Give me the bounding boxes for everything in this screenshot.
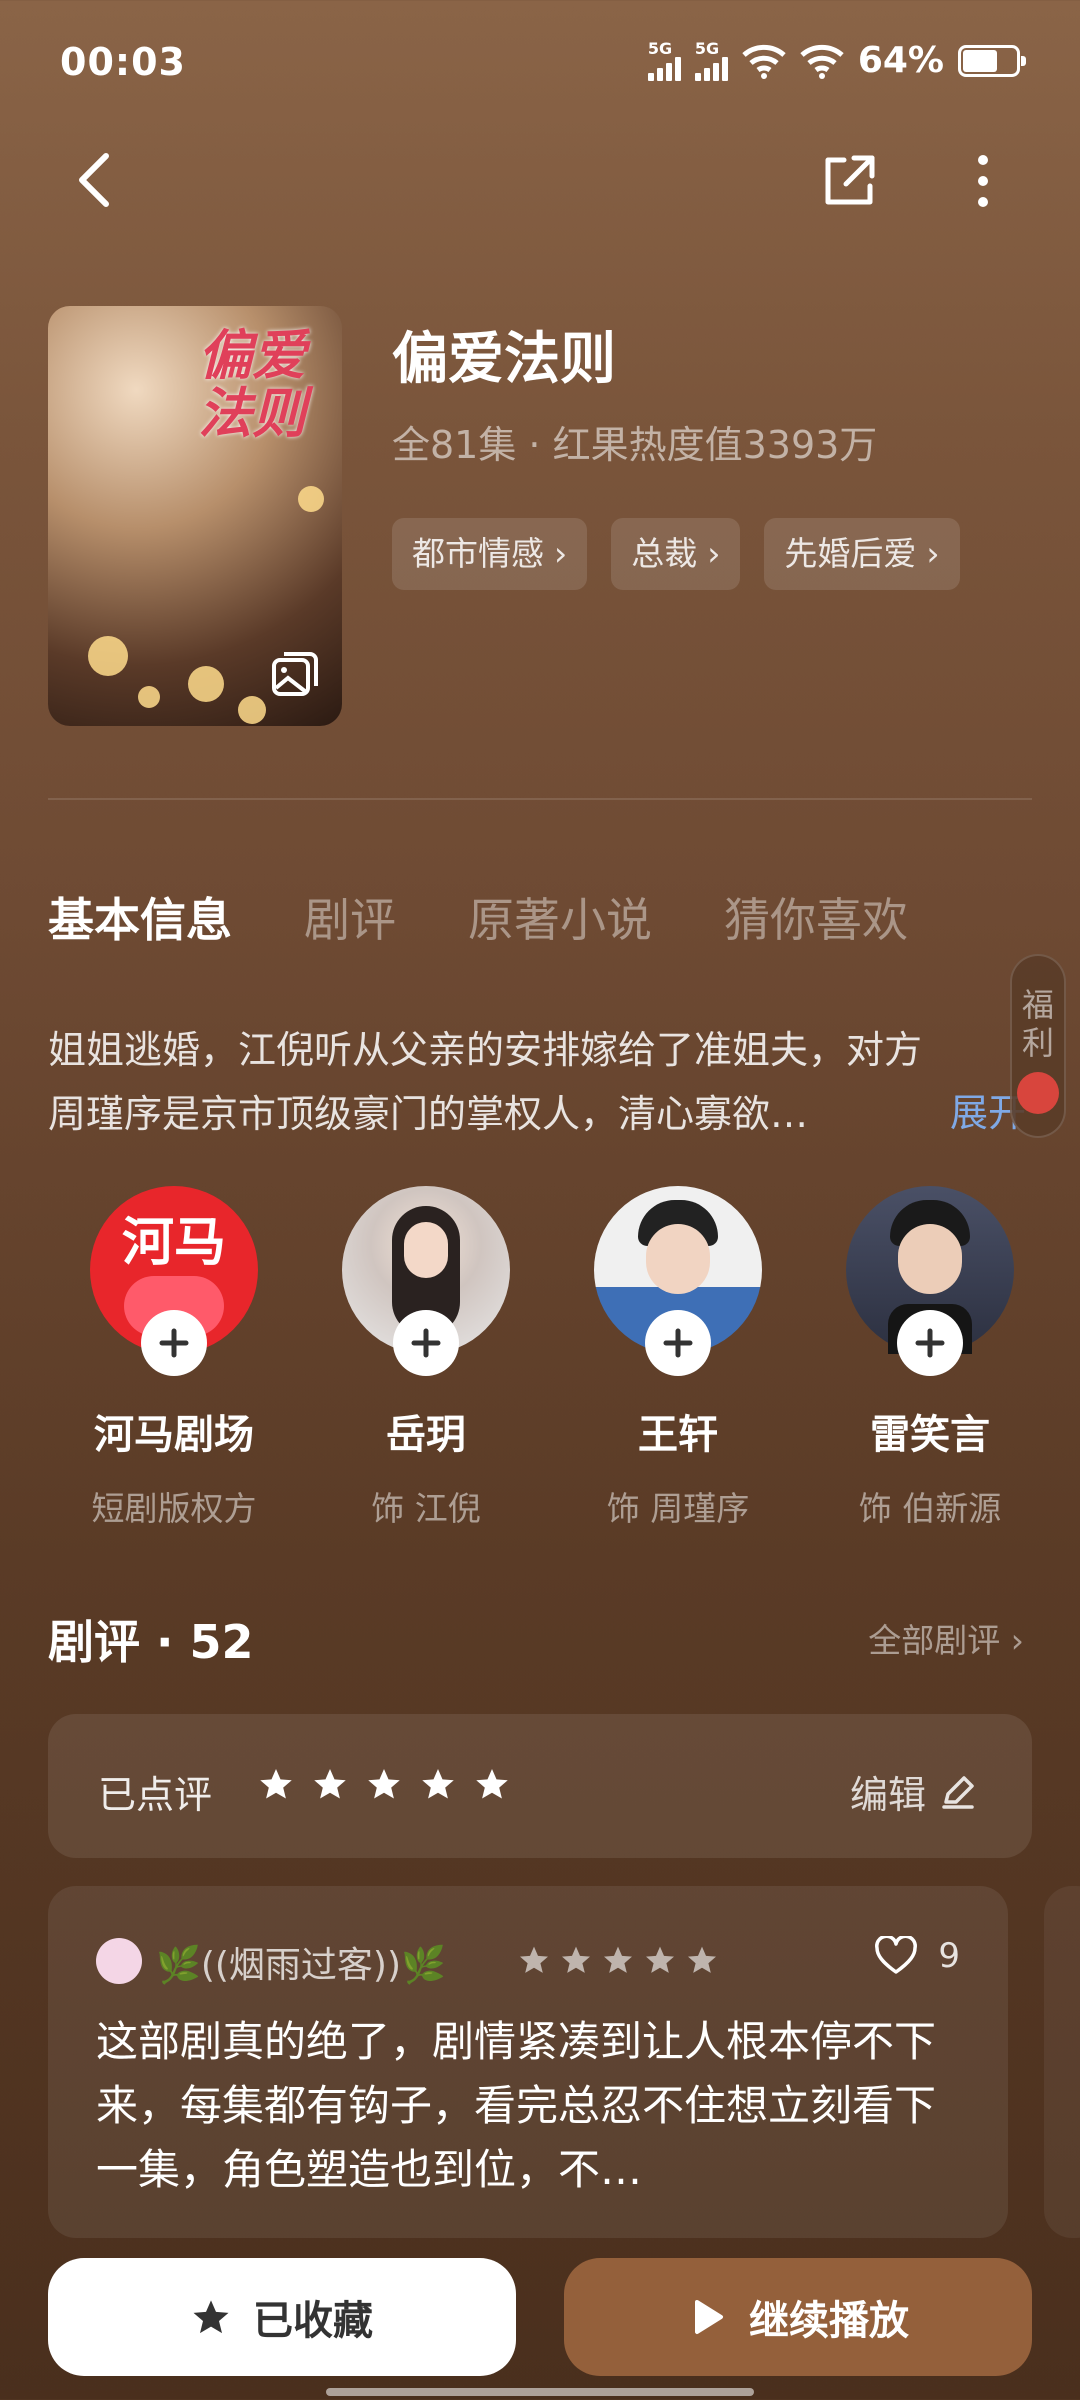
follow-button[interactable] <box>645 1310 711 1376</box>
play-icon <box>695 2300 723 2334</box>
star-icon <box>368 1769 400 1799</box>
cast-item[interactable]: 河马 河马剧场 短剧版权方 <box>48 1186 300 1530</box>
tag-chip[interactable]: 先婚后爱 › <box>764 518 960 590</box>
cast-name: 雷笑言 <box>870 1412 990 1458</box>
cast-role: 饰 周瑾序 <box>606 1489 750 1528</box>
tag-chip[interactable]: 总裁 › <box>611 518 741 590</box>
cast-name: 王轩 <box>638 1412 718 1458</box>
star-icon <box>688 1946 716 1973</box>
battery-icon <box>958 44 1026 77</box>
tab-recommend[interactable]: 猜你喜欢 <box>724 884 908 950</box>
hema-logo: 河马 <box>121 1213 226 1273</box>
my-rating-stars[interactable] <box>258 1766 510 1802</box>
pencil-icon <box>942 1775 974 1809</box>
reviewer-name: 🌿((烟雨过客))🌿 <box>156 1945 446 1986</box>
drama-poster[interactable]: 偏爱法则 <box>48 306 342 726</box>
star-icon <box>422 1769 454 1799</box>
signal-icon-2: 5G <box>694 40 728 81</box>
tab-bar: 基本信息 剧评 原著小说 猜你喜欢 <box>48 884 908 950</box>
cast-role: 饰 伯新源 <box>858 1489 1002 1528</box>
chevron-right-icon: › <box>554 534 568 573</box>
reviews-header: 剧评 · 52 <box>48 1615 254 1669</box>
cast-role: 饰 江倪 <box>371 1489 481 1528</box>
chevron-right-icon: › <box>926 534 940 573</box>
cast-list: 河马 河马剧场 短剧版权方 岳玥 饰 江倪 王轩 饰 周瑾序 雷笑言 饰 伯新源 <box>48 1186 1080 1530</box>
star-icon <box>314 1769 346 1799</box>
wifi-icon <box>742 44 786 79</box>
edit-review-button[interactable]: 编辑 <box>850 1764 976 1819</box>
back-icon[interactable] <box>70 150 120 210</box>
review-text: 这部剧真的绝了，剧情紧凑到让人根本停不下来，每集都有钩子，看完总忍不住想立刻看下… <box>96 2017 937 2194</box>
plus-icon <box>915 1328 945 1358</box>
status-time: 00:03 <box>60 40 186 84</box>
tab-reviews[interactable]: 剧评 <box>304 884 396 950</box>
plus-icon <box>159 1328 189 1358</box>
status-icons: 5G 5G 64% <box>647 40 1026 81</box>
chevron-right-icon: › <box>707 534 721 573</box>
star-filled-icon <box>193 2300 229 2334</box>
cast-item[interactable]: 岳玥 饰 江倪 <box>300 1186 552 1530</box>
signal-icon: 5G <box>647 40 681 81</box>
star-icon <box>604 1946 632 1973</box>
tag-chip[interactable]: 都市情感 › <box>392 518 588 590</box>
follow-button[interactable] <box>393 1310 459 1376</box>
drama-meta: 全81集 · 红果热度值3393万 <box>392 423 878 467</box>
drama-title: 偏爱法则 <box>392 327 616 392</box>
cast-name: 河马剧场 <box>94 1412 254 1458</box>
my-review-card: 已点评 编辑 <box>48 1714 1032 1858</box>
poster-title: 偏爱法则 <box>198 323 306 445</box>
avatar <box>846 1186 1014 1376</box>
avatar <box>594 1186 762 1376</box>
tab-basic-info[interactable]: 基本信息 <box>48 884 232 950</box>
plus-icon <box>663 1328 693 1358</box>
heart-icon <box>875 1936 918 1974</box>
review-card[interactable]: 🌿((烟雨过客))🌿 9 这部剧真的绝了，剧情紧凑到让人根本停不下来，每集都有钩… <box>48 1886 1008 2238</box>
tab-novel[interactable]: 原著小说 <box>468 884 652 950</box>
star-icon <box>520 1946 548 1973</box>
share-icon[interactable] <box>818 150 880 212</box>
cast-name: 岳玥 <box>386 1412 466 1458</box>
favorite-button[interactable]: 已收藏 <box>48 2258 516 2376</box>
reviewer-avatar <box>96 1938 142 1984</box>
chevron-right-icon: › <box>1010 1621 1024 1660</box>
battery-percent: 64% <box>857 40 944 81</box>
star-icon <box>260 1769 292 1799</box>
follow-button[interactable] <box>141 1310 207 1376</box>
red-envelope-icon <box>1017 1072 1059 1114</box>
home-indicator[interactable] <box>326 2388 754 2396</box>
genre-tags: 都市情感 › 总裁 › 先婚后爱 › <box>392 518 960 590</box>
star-icon <box>476 1769 508 1799</box>
like-count: 9 <box>938 1936 960 1976</box>
like-button[interactable]: 9 <box>874 1936 960 1976</box>
star-icon <box>646 1946 674 1973</box>
divider <box>48 798 1032 800</box>
cast-item[interactable]: 王轩 饰 周瑾序 <box>552 1186 804 1530</box>
avatar: 河马 <box>90 1186 258 1376</box>
wifi-icon-2 <box>800 44 844 79</box>
all-reviews-link[interactable]: 全部剧评 › <box>868 1614 1024 1662</box>
next-review-card[interactable] <box>1044 1886 1080 2238</box>
gallery-icon[interactable] <box>270 650 320 698</box>
more-icon[interactable] <box>968 150 998 212</box>
cast-role: 短剧版权方 <box>91 1489 257 1528</box>
continue-play-button[interactable]: 继续播放 <box>564 2258 1032 2376</box>
welfare-float[interactable]: 福 利 <box>1010 954 1066 1138</box>
cast-item[interactable]: 雷笑言 饰 伯新源 <box>804 1186 1056 1530</box>
reviewed-label: 已点评 <box>98 1773 213 1817</box>
follow-button[interactable] <box>897 1310 963 1376</box>
synopsis: 姐姐逃婚，江倪听从父亲的安排嫁给了准姐夫，对方 周瑾序是京市顶级豪门的掌权人，清… <box>48 1028 923 1136</box>
star-icon <box>562 1946 590 1973</box>
avatar <box>342 1186 510 1376</box>
review-rating-stars <box>518 1944 718 1976</box>
plus-icon <box>411 1328 441 1358</box>
